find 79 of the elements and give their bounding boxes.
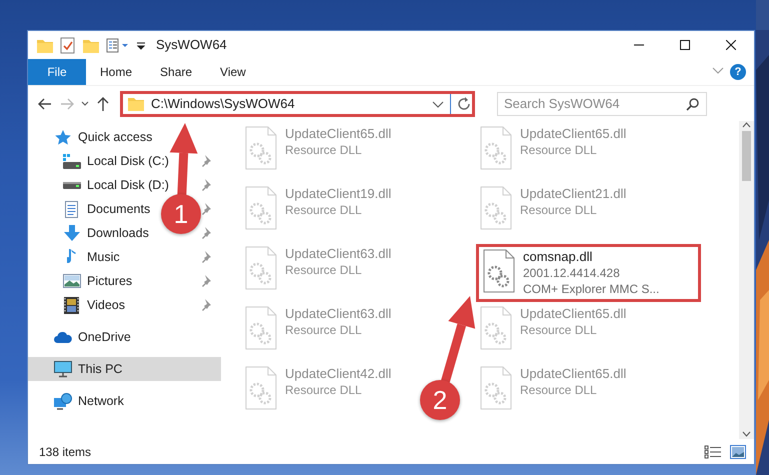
file-detail: Resource DLL bbox=[285, 142, 363, 158]
tiles-view-icon[interactable] bbox=[730, 444, 746, 458]
file-name: comsnap.dll bbox=[523, 249, 594, 265]
nav-label[interactable]: Local Disk (D:) bbox=[87, 176, 169, 194]
file-name: UpdateClient63.dll bbox=[285, 306, 392, 322]
help-button[interactable]: ? bbox=[730, 64, 746, 80]
gear-file-icon bbox=[245, 126, 277, 170]
download-icon bbox=[64, 225, 80, 241]
address-path: C:\Windows\SysWOW64 bbox=[150, 94, 296, 113]
file-detail: Resource DLL bbox=[285, 262, 363, 278]
file-name: UpdateClient65.dll bbox=[520, 366, 626, 382]
file-tile[interactable]: comsnap.dll 2001.12.4414.428 COM+ Explorer MMC S... bbox=[476, 244, 701, 302]
file-name: UpdateClient65.dll bbox=[285, 126, 392, 142]
nav-label[interactable]: This PC bbox=[78, 360, 122, 378]
search-icon[interactable] bbox=[686, 96, 700, 110]
file-detail: Resource DLL bbox=[520, 322, 598, 338]
file-name: UpdateClient63.dll bbox=[285, 246, 392, 262]
music-note-icon bbox=[67, 249, 76, 265]
scroll-thumb[interactable] bbox=[742, 131, 751, 181]
nav-label[interactable]: Videos bbox=[87, 296, 125, 314]
file-detail: Resource DLL bbox=[285, 202, 363, 218]
file-detail: Resource DLL bbox=[285, 322, 363, 338]
ribbon-tab[interactable]: Home bbox=[86, 59, 146, 85]
gear-file-icon bbox=[483, 249, 515, 293]
ribbon-tab[interactable]: Share bbox=[146, 59, 206, 85]
address-bar[interactable]: C:\Windows\SysWOW64 bbox=[120, 90, 475, 116]
search-field[interactable]: Search SysWOW64 bbox=[497, 92, 707, 116]
window-title: SysWOW64 bbox=[156, 36, 227, 54]
scroll-down-icon[interactable] bbox=[742, 429, 751, 439]
gear-file-icon bbox=[480, 186, 512, 230]
maximize-icon bbox=[680, 40, 690, 50]
nav-label[interactable]: Local Disk (C:) bbox=[87, 152, 169, 170]
nav-label[interactable]: Quick access bbox=[78, 128, 152, 146]
nav-label[interactable]: Pictures bbox=[87, 272, 132, 290]
nav-item[interactable]: This PC bbox=[28, 357, 221, 381]
film-icon bbox=[64, 296, 79, 314]
nav-label[interactable]: OneDrive bbox=[78, 328, 131, 346]
monitor-icon bbox=[54, 360, 72, 378]
close-icon bbox=[726, 40, 736, 50]
gear-file-icon bbox=[245, 366, 277, 410]
cloud-icon bbox=[54, 332, 72, 342]
document-icon bbox=[65, 200, 78, 218]
scrollbar[interactable] bbox=[739, 121, 754, 439]
gear-file-icon bbox=[480, 366, 512, 410]
file-detail: Resource DLL bbox=[520, 202, 598, 218]
details-view-icon[interactable] bbox=[704, 444, 722, 458]
file-name: UpdateClient65.dll bbox=[520, 306, 626, 322]
file-detail: Resource DLL bbox=[520, 142, 598, 158]
nav-label[interactable]: Music bbox=[87, 248, 120, 266]
ribbon-tab[interactable]: View bbox=[206, 59, 260, 85]
file-name: UpdateClient21.dll bbox=[520, 186, 626, 202]
gear-file-icon bbox=[245, 246, 277, 290]
drive-icon bbox=[62, 182, 80, 188]
nav-label[interactable]: Documents bbox=[87, 200, 150, 218]
gear-file-icon bbox=[245, 306, 277, 350]
refresh-icon[interactable] bbox=[456, 96, 472, 112]
file-name: UpdateClient19.dll bbox=[285, 186, 392, 202]
properties-icon[interactable] bbox=[106, 36, 130, 54]
star-icon bbox=[54, 128, 72, 146]
file-detail: Resource DLL bbox=[285, 382, 363, 398]
folder-icon bbox=[127, 95, 145, 112]
file-detail: Resource DLL bbox=[520, 382, 598, 398]
gear-file-icon bbox=[245, 186, 277, 230]
nav-label[interactable]: Downloads bbox=[87, 224, 149, 242]
file-name: UpdateClient42.dll bbox=[285, 366, 392, 382]
checklist-icon[interactable] bbox=[60, 36, 76, 54]
gear-file-icon bbox=[480, 306, 512, 350]
file-detail: COM+ Explorer MMC S... bbox=[523, 281, 660, 297]
minimize-icon bbox=[634, 44, 644, 46]
scroll-up-icon[interactable] bbox=[742, 121, 751, 129]
drive-icon bbox=[62, 154, 80, 168]
picture-icon bbox=[62, 274, 80, 288]
gear-file-icon bbox=[480, 126, 512, 170]
network-icon bbox=[54, 392, 72, 410]
file-menu[interactable]: File bbox=[28, 59, 86, 85]
file-detail: 2001.12.4414.428 bbox=[523, 265, 621, 281]
nav-label[interactable]: Network bbox=[78, 392, 124, 410]
file-name: UpdateClient65.dll bbox=[520, 126, 626, 142]
item-count: 138 items bbox=[39, 444, 92, 460]
